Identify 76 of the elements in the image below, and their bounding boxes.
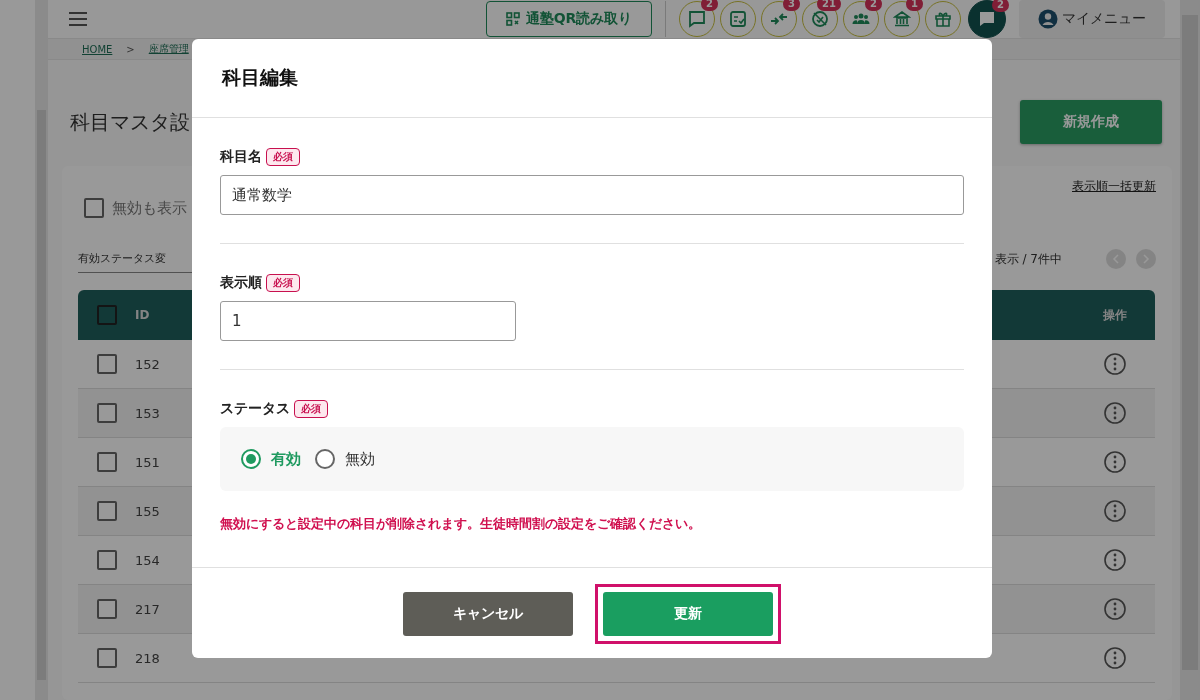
field-label: ステータス (220, 400, 290, 418)
required-tag: 必須 (266, 148, 300, 166)
more-options-icon[interactable] (1104, 549, 1126, 571)
more-options-icon[interactable] (1104, 647, 1126, 669)
display-order-field[interactable]: 1 (220, 301, 516, 341)
row-checkbox[interactable] (97, 599, 117, 619)
required-tag: 必須 (266, 274, 300, 292)
required-tag: 必須 (294, 400, 328, 418)
radio-button[interactable] (315, 449, 335, 469)
scrollbar[interactable] (1180, 0, 1200, 700)
more-options-icon[interactable] (1104, 353, 1126, 375)
table-cell: 218 (135, 650, 160, 666)
column-header: ID (135, 308, 150, 322)
table-cell: 154 (135, 552, 160, 568)
header-icon-button[interactable]: 2 (679, 1, 715, 37)
radio-button[interactable] (241, 449, 261, 469)
notification-count: 2 (992, 0, 1009, 12)
row-checkbox[interactable] (97, 354, 117, 374)
field-label: 科目名 (220, 148, 262, 166)
checklist-icon (729, 10, 747, 28)
table-cell: 155 (135, 503, 160, 519)
notification-count: 21 (817, 0, 841, 11)
page-title: 科目マスタ設 (70, 108, 190, 136)
update-button[interactable]: 更新 (603, 592, 773, 636)
building-icon (893, 10, 911, 28)
cancel-button[interactable]: キャンセル (403, 592, 573, 636)
field-label: 表示順 (220, 274, 262, 292)
radio-label: 無効 (345, 449, 375, 469)
notification-count: 3 (783, 0, 800, 11)
header-icon-button[interactable] (925, 1, 961, 37)
row-checkbox[interactable] (97, 452, 117, 472)
pagination-text: 表示 / 7件中 (994, 250, 1062, 268)
scrollbar[interactable] (35, 0, 48, 700)
more-options-icon[interactable] (1104, 500, 1126, 522)
column-header: 操作 (1103, 306, 1127, 324)
notification-count: 2 (865, 0, 882, 11)
table-cell: 152 (135, 356, 160, 372)
new-button[interactable]: 新規作成 (1020, 100, 1162, 144)
row-checkbox[interactable] (97, 403, 117, 423)
checkbox-label: 無効も表示 (112, 198, 187, 218)
warning-text: 無効にすると設定中の科目が削除されます。生徒時間割の設定をご確認ください。 (220, 515, 702, 533)
header-icon-button[interactable]: 1 (884, 1, 920, 37)
more-options-icon[interactable] (1104, 402, 1126, 424)
header-icon-button[interactable]: 2 (843, 1, 879, 37)
row-checkbox[interactable] (97, 501, 117, 521)
chat-icon (688, 10, 706, 28)
blocked-icon (811, 10, 829, 28)
gift-icon (934, 10, 952, 28)
radio-label: 有効 (271, 449, 301, 469)
dialog-title: 科目編集 (222, 65, 298, 90)
breadcrumb-link[interactable]: 座席管理 (148, 42, 189, 56)
checkbox[interactable] (84, 198, 104, 218)
table-cell: 217 (135, 601, 160, 617)
row-checkbox[interactable] (97, 648, 117, 668)
table-cell: 153 (135, 405, 160, 421)
header-icon-button[interactable]: 3 (761, 1, 797, 37)
row-checkbox[interactable] (97, 550, 117, 570)
breadcrumb-link[interactable]: HOME (82, 43, 113, 55)
more-options-icon[interactable] (1104, 598, 1126, 620)
more-options-icon[interactable] (1104, 451, 1126, 473)
qr-icon (505, 12, 520, 26)
notification-count: 2 (701, 0, 718, 11)
subject-name-field[interactable]: 通常数学 (220, 175, 964, 215)
user-icon (1038, 9, 1058, 29)
notification-count: 1 (906, 0, 923, 11)
breadcrumb-separator: > (126, 43, 135, 55)
qr-scan-button[interactable]: 通塾QR読み取り (486, 1, 652, 37)
bulk-update-link[interactable]: 表示順一括更新 (1072, 178, 1156, 195)
menu-icon[interactable] (68, 11, 88, 27)
select-all-checkbox[interactable] (97, 305, 117, 325)
header-icon-button[interactable]: 2 (968, 0, 1006, 38)
header-icon-button[interactable]: 21 (802, 1, 838, 37)
chat-icon (978, 10, 996, 28)
table-cell: 151 (135, 454, 160, 470)
header-icon-button[interactable] (720, 1, 756, 37)
my-menu-button[interactable]: マイメニュー (1019, 0, 1165, 38)
